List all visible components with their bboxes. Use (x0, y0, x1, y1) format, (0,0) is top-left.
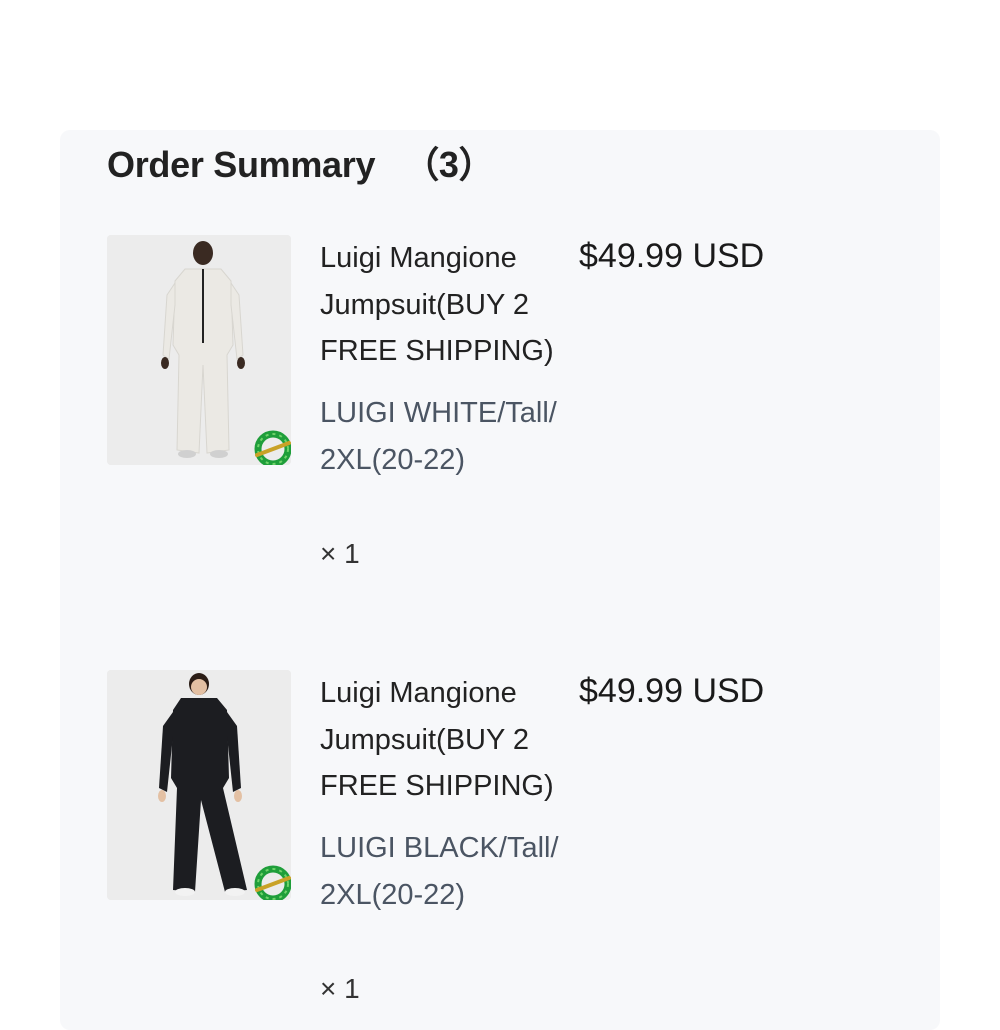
order-item: Luigi Mangione Jumpsuit(BUY 2 FREE SHIPP… (107, 670, 887, 1004)
product-quantity: × 1 (320, 538, 360, 569)
green-ring-badge-icon (254, 865, 291, 900)
order-summary-title: Order Summary （3） (107, 136, 495, 188)
product-variant: LUIGI BLACK/Tall/2XL(20-22) (320, 832, 559, 911)
product-quantity: × 1 (320, 973, 360, 1004)
order-summary-title-text: Order Summary (107, 144, 376, 185)
order-item-count: （3） (403, 144, 495, 185)
product-price: $49.99 USD (579, 672, 765, 710)
green-ring-badge-icon (254, 430, 291, 465)
product-price: $49.99 USD (579, 237, 765, 275)
order-item: Luigi Mangione Jumpsuit(BUY 2 FREE SHIPP… (107, 235, 887, 595)
product-variant: LUIGI WHITE/Tall/2XL(20-22) (320, 397, 557, 476)
product-image[interactable] (107, 670, 291, 900)
product-name[interactable]: Luigi Mangione Jumpsuit(BUY 2 FREE SHIPP… (320, 235, 570, 375)
product-image[interactable] (107, 235, 291, 465)
product-name[interactable]: Luigi Mangione Jumpsuit(BUY 2 FREE SHIPP… (320, 670, 570, 810)
